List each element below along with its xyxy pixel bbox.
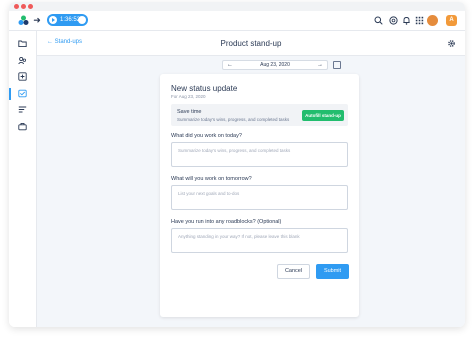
- cancel-button[interactable]: Cancel: [277, 264, 310, 279]
- save-time-title: Save time: [177, 109, 202, 115]
- app-logo-icon: [18, 15, 29, 25]
- form-subtitle: For Aug 23, 2020: [171, 94, 206, 99]
- question-tomorrow-label: What will you work on tomorrow?: [171, 176, 252, 182]
- app-window: ➜ 1:36:52 A ← Stand-ups Product stand-up…: [9, 2, 465, 327]
- users-icon[interactable]: [18, 56, 27, 65]
- collapse-sidebar-icon[interactable]: ➜: [32, 15, 42, 26]
- today-textarea[interactable]: Summarize today’s wins, progress, and co…: [171, 142, 348, 167]
- add-item-icon[interactable]: [18, 72, 27, 81]
- apps-grid-icon[interactable]: [415, 16, 424, 25]
- question-today-label: What did you work on today?: [171, 133, 242, 139]
- next-day-arrow-icon[interactable]: →: [315, 61, 325, 69]
- date-navigator: ← Aug 23, 2020 →: [222, 60, 328, 70]
- notifications-bell-icon[interactable]: [402, 16, 411, 25]
- roadblocks-placeholder: Anything standing in your way? If not, p…: [178, 234, 300, 239]
- top-bar: ➜ 1:36:52 A: [9, 11, 465, 31]
- roadblocks-textarea[interactable]: Anything standing in your way? If not, p…: [171, 228, 348, 253]
- sidebar: [9, 31, 37, 327]
- status-update-card: New status update For Aug 23, 2020 Save …: [160, 74, 359, 317]
- folder-icon[interactable]: [18, 39, 27, 48]
- tomorrow-textarea[interactable]: List your next goals and to-dos: [171, 185, 348, 210]
- reports-list-icon[interactable]: [18, 105, 27, 114]
- running-timer[interactable]: 1:36:52: [47, 14, 88, 26]
- save-time-description: Summarize today’s wins, progress, and co…: [177, 117, 290, 122]
- window-titlebar: [9, 2, 465, 11]
- tomorrow-placeholder: List your next goals and to-dos: [178, 191, 240, 196]
- briefcase-icon[interactable]: [18, 122, 27, 131]
- save-time-banner: Save time Summarize today’s wins, progre…: [171, 104, 348, 126]
- timer-indicator-icon: [78, 16, 86, 24]
- stand-up-icon[interactable]: [18, 89, 27, 98]
- question-roadblocks-label: Have you run into any roadblocks? (Optio…: [171, 219, 282, 225]
- page-title: Product stand-up: [220, 39, 282, 48]
- minimize-window-dot[interactable]: [21, 4, 26, 9]
- submit-button[interactable]: Submit: [316, 264, 349, 279]
- help-icon[interactable]: [389, 16, 398, 25]
- date-display[interactable]: Aug 23, 2020: [260, 62, 290, 68]
- sidebar-active-indicator: [9, 88, 11, 100]
- calendar-icon[interactable]: [333, 61, 341, 69]
- today-placeholder: Summarize today’s wins, progress, and co…: [178, 148, 291, 153]
- workspace-avatar[interactable]: [427, 15, 438, 26]
- close-window-dot[interactable]: [14, 4, 19, 9]
- gear-icon[interactable]: [447, 39, 456, 48]
- main-content: ← Stand-ups Product stand-up ← Aug 23, 2…: [37, 31, 465, 327]
- autofill-standup-button[interactable]: Autofill stand-up: [302, 110, 344, 121]
- page-header: ← Stand-ups Product stand-up: [37, 31, 465, 56]
- previous-day-arrow-icon[interactable]: ←: [225, 61, 235, 69]
- maximize-window-dot[interactable]: [28, 4, 33, 9]
- search-icon[interactable]: [374, 16, 383, 25]
- form-title: New status update: [171, 84, 238, 93]
- user-avatar[interactable]: A: [446, 15, 457, 26]
- play-icon[interactable]: [49, 16, 57, 24]
